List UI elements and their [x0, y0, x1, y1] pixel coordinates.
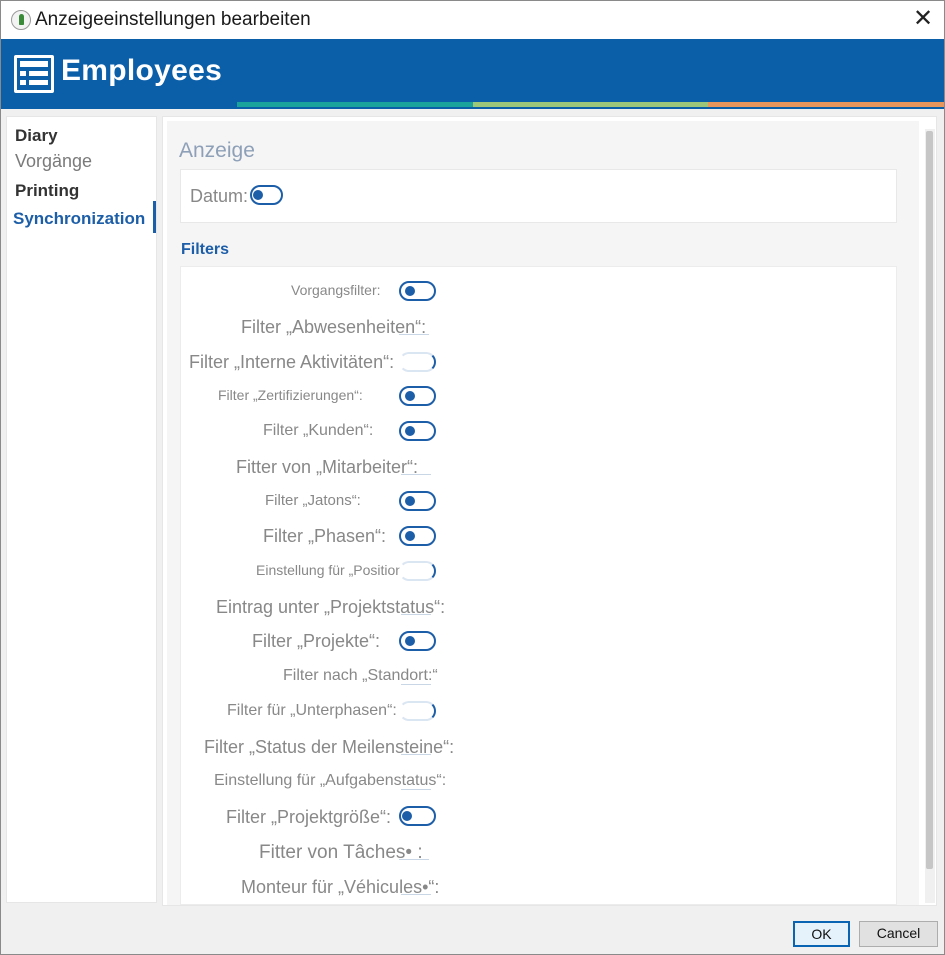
settings-sidebar: Diary Vorgänge Printing Synchronization	[6, 116, 157, 903]
filter-toggle-abwesenheiten[interactable]	[399, 317, 429, 335]
filters-heading: Filters	[181, 241, 230, 258]
scrollbar-thumb[interactable]	[926, 131, 933, 869]
dialog-window: Anzeigeeinstellungen bearbeiten ✕ Employ…	[0, 0, 945, 955]
filter-toggle-projektstatus[interactable]	[401, 597, 431, 615]
filter-toggle-position[interactable]	[399, 561, 436, 581]
filter-toggle-projektgroesse[interactable]	[399, 806, 436, 826]
filter-label: Filter „Phasen“:	[263, 526, 387, 546]
stripe-teal	[237, 102, 473, 107]
filter-toggle-kunden[interactable]	[399, 421, 436, 441]
filter-label: Filter „Jatons“:	[265, 492, 361, 509]
filter-toggle-vorgang[interactable]	[399, 281, 436, 301]
filters-group: Vorgangsfilter: Filter „Abwesenheiten“: …	[180, 266, 897, 905]
filter-toggle-vehicules[interactable]	[401, 877, 431, 895]
filter-toggle-aufgabenstatus[interactable]	[401, 772, 431, 790]
app-banner: Employees	[1, 39, 945, 109]
window-title: Anzeigeeinstellungen bearbeiten	[35, 9, 311, 30]
filter-label: Filter „Projekte“:	[252, 631, 381, 651]
filter-label: Filter „Projektgröße“:	[226, 807, 392, 827]
filter-toggle-phasen[interactable]	[399, 526, 436, 546]
filter-label: Filter für „Unterphasen“:	[227, 702, 397, 719]
datum-toggle[interactable]	[250, 185, 283, 205]
filter-label: Einstellung für „Position“:	[256, 562, 412, 578]
table-list-icon	[14, 55, 54, 93]
title-bar: Anzeigeeinstellungen bearbeiten ✕	[1, 1, 944, 39]
ok-button[interactable]: OK	[793, 921, 850, 947]
sidebar-item-printing[interactable]: Printing	[15, 181, 79, 201]
settings-content: Anzeige Datum: Filters Vorgangsfilter: F…	[167, 121, 935, 905]
datum-label: Datum:	[190, 186, 249, 206]
sidebar-item-synchronization[interactable]: Synchronization	[13, 209, 145, 229]
filter-label: Fitter von „Mitarbeiter“:	[236, 457, 419, 477]
settings-panel: Anzeige Datum: Filters Vorgangsfilter: F…	[162, 116, 937, 906]
filter-label: Filter „Kunden“:	[263, 422, 374, 439]
banner-title: Employees	[61, 54, 223, 87]
filter-toggle-interne-aktivitaeten[interactable]	[399, 352, 436, 372]
close-icon: ✕	[912, 5, 934, 32]
anzeige-group: Datum:	[180, 169, 897, 223]
filter-label: Vorgangsfilter:	[291, 282, 381, 298]
filter-toggle-unterphasen[interactable]	[399, 701, 436, 721]
sidebar-item-vorgaenge[interactable]: Vorgänge	[15, 151, 92, 172]
filter-toggle-mitarbeiter[interactable]	[401, 457, 431, 475]
filter-label: Filter „Zertifizierungen“:	[218, 387, 363, 403]
filter-toggle-projekte[interactable]	[399, 631, 436, 651]
banner-color-stripes	[237, 102, 945, 107]
stripe-orange	[708, 102, 945, 107]
filter-toggle-meilensteine[interactable]	[401, 737, 431, 755]
filter-toggle-standort[interactable]	[401, 667, 431, 685]
section-title-anzeige: Anzeige	[179, 139, 255, 162]
stripe-green	[472, 102, 709, 107]
sidebar-active-indicator	[153, 201, 156, 233]
cancel-button[interactable]: Cancel	[859, 921, 938, 947]
filter-toggle-taches[interactable]	[399, 842, 429, 860]
vertical-scrollbar[interactable]	[925, 129, 935, 903]
filter-toggle-jatons[interactable]	[399, 491, 436, 511]
filter-label: Filter „Interne Aktivitäten“:	[189, 352, 395, 372]
filter-toggle-zertifizierungen[interactable]	[399, 386, 436, 406]
sidebar-item-diary[interactable]: Diary	[15, 126, 58, 146]
app-leaf-icon	[11, 10, 31, 30]
close-button[interactable]: ✕	[908, 5, 938, 35]
